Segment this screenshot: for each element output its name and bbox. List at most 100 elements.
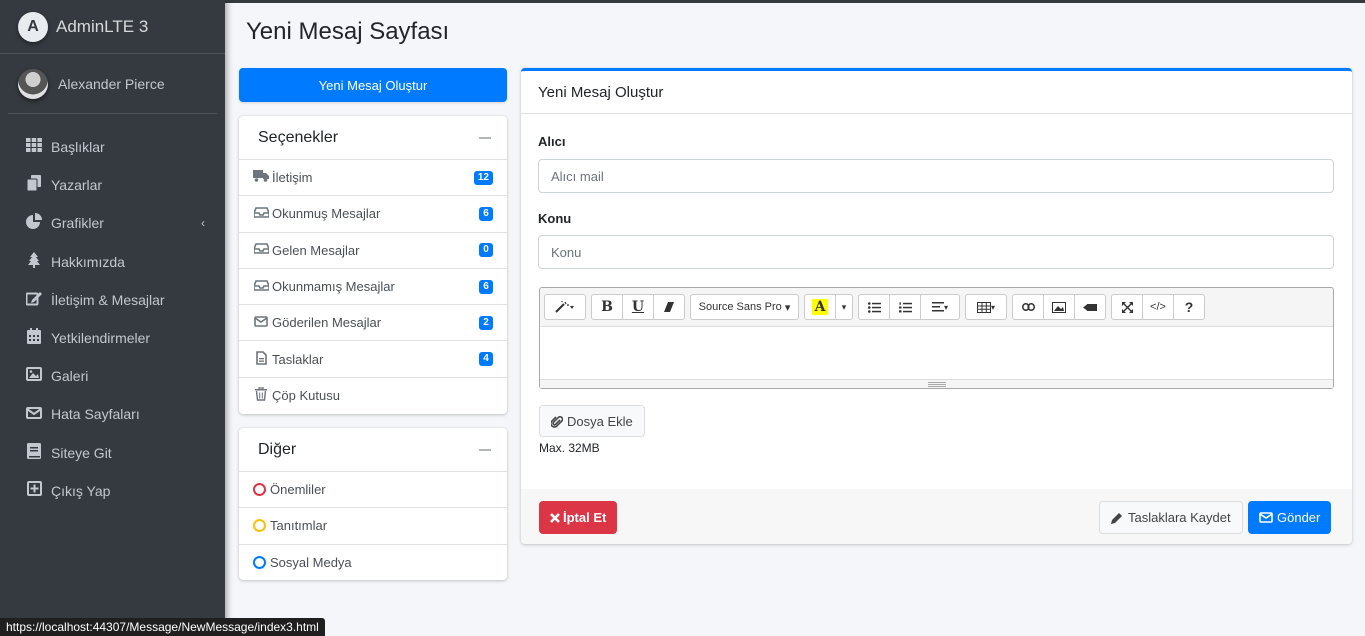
- envelope-icon: [1259, 512, 1273, 523]
- circle-red-icon: [253, 483, 266, 497]
- sidebar-item-iletisim-mesajlar[interactable]: İletişim & Mesajlar: [0, 281, 225, 319]
- compose-card: Yeni Mesaj Oluştur Alıcı Alıcı mail Konu…: [521, 68, 1352, 544]
- cancel-button[interactable]: İptal Et: [539, 501, 618, 534]
- status-url-tooltip: https://localhost:44307/Message/NewMessa…: [0, 618, 325, 636]
- main-sidebar: A AdminLTE 3 Alexander Pierce Başlıklar …: [0, 0, 225, 636]
- underline-button[interactable]: U: [622, 294, 654, 320]
- subject-label: Konu: [538, 211, 572, 226]
- label-item-sosyal-medya[interactable]: Sosyal Medya: [239, 545, 507, 581]
- sidebar-item-label: Siteye Git: [51, 444, 112, 461]
- editor-toolbar: B U Source Sans Pro ▾ A ▾ ▾ ▾ </> ?: [540, 288, 1333, 327]
- text-color-button[interactable]: A: [804, 294, 836, 320]
- resize-grip-icon: [927, 381, 946, 387]
- chevron-left-icon[interactable]: ‹: [201, 216, 205, 230]
- link-button[interactable]: [1012, 294, 1044, 320]
- ordered-list-button[interactable]: [889, 294, 921, 320]
- trash-icon: [253, 386, 269, 404]
- folder-item-taslaklar[interactable]: Taslaklar 4: [239, 341, 507, 378]
- label-item-onemliler[interactable]: Önemliler: [239, 472, 507, 509]
- folder-label: Taslaklar: [272, 351, 324, 367]
- folder-label: Okunmamış Mesajlar: [272, 279, 395, 295]
- editor-resize-handle[interactable]: [540, 379, 1333, 388]
- to-input[interactable]: Alıcı mail: [538, 159, 1334, 193]
- sidebar-item-label: Hata Sayfaları: [51, 406, 140, 423]
- sidebar-item-cikis-yap[interactable]: Çıkış Yap: [0, 472, 225, 510]
- attach-size-help: Max. 32MB: [539, 441, 600, 455]
- chart-pie-icon: [25, 213, 43, 233]
- shipping-icon: [253, 170, 269, 185]
- expand-icon: [1121, 301, 1133, 313]
- picture-button[interactable]: [1043, 294, 1075, 320]
- label-text: Önemliler: [270, 482, 326, 498]
- sidebar-item-siteye-git[interactable]: Siteye Git: [0, 434, 225, 472]
- font-family-dropdown[interactable]: Source Sans Pro ▾: [690, 294, 799, 320]
- calendar-icon: [25, 328, 43, 348]
- pencil-icon: [1111, 512, 1122, 524]
- collapse-minus-icon[interactable]: [479, 137, 491, 139]
- sidebar-item-hata-sayfalari[interactable]: Hata Sayfaları: [0, 395, 225, 433]
- sidebar-item-label: Yazarlar: [51, 177, 103, 194]
- folder-count-badge: 2: [479, 315, 493, 330]
- inbox-icon: [252, 207, 270, 221]
- attach-file-button[interactable]: Dosya Ekle: [539, 405, 645, 437]
- inbox-icon: [252, 243, 270, 257]
- folder-item-goderilen[interactable]: Göderilen Mesajlar 2: [239, 305, 507, 342]
- sidebar-item-yazarlar[interactable]: Yazarlar: [0, 166, 225, 204]
- bold-button[interactable]: B: [591, 294, 623, 320]
- eraser-button[interactable]: [653, 294, 685, 320]
- folder-item-gelen[interactable]: Gelen Mesajlar 0: [239, 233, 507, 269]
- sidebar-item-hakkimizda[interactable]: Hakkımızda: [0, 243, 225, 281]
- folders-card-header: Seçenekler: [239, 116, 507, 160]
- video-button[interactable]: [1074, 294, 1106, 320]
- sidebar-item-grafikler[interactable]: Grafikler ‹: [0, 204, 225, 242]
- align-left-icon: [931, 302, 944, 312]
- tree-icon: [25, 251, 43, 272]
- fullscreen-button[interactable]: [1111, 294, 1143, 320]
- inbox-icon: [252, 279, 270, 294]
- magic-style-button[interactable]: [544, 294, 586, 320]
- color-dropdown-toggle[interactable]: ▾: [835, 294, 853, 320]
- label-item-tanitimlar[interactable]: Tanıtımlar: [239, 508, 507, 545]
- to-label: Alıcı: [538, 134, 566, 149]
- labels-card: Diğer Önemliler Tanıtımlar Sosyal Medya: [239, 428, 507, 580]
- compose-card-title: Yeni Mesaj Oluştur: [521, 71, 1352, 114]
- folder-label: Çöp Kutusu: [272, 388, 340, 404]
- send-button[interactable]: Gönder: [1248, 501, 1332, 534]
- folder-item-okunmus[interactable]: Okunmuş Mesajlar 6: [239, 196, 507, 233]
- folder-label: Okunmuş Mesajlar: [272, 206, 381, 222]
- user-panel[interactable]: Alexander Pierce: [8, 54, 217, 114]
- label-text: Tanıtımlar: [270, 518, 328, 534]
- codeview-button[interactable]: </>: [1142, 294, 1174, 320]
- compose-new-button[interactable]: Yeni Mesaj Oluştur: [239, 68, 507, 102]
- sidebar-item-label: Grafikler: [51, 215, 104, 232]
- user-name[interactable]: Alexander Pierce: [58, 76, 165, 92]
- paragraph-align-dropdown[interactable]: ▾: [920, 294, 960, 320]
- editor-body[interactable]: [540, 327, 1333, 379]
- times-icon: [550, 512, 560, 523]
- folder-count-badge: 6: [479, 279, 493, 294]
- sidebar-item-yetkilendirmeler[interactable]: Yetkilendirmeler: [0, 319, 225, 357]
- eraser-icon: [664, 302, 674, 312]
- brand-link[interactable]: A AdminLTE 3: [0, 0, 225, 54]
- folder-label: İletişim: [272, 170, 313, 186]
- save-draft-button[interactable]: Taslaklara Kaydet: [1099, 501, 1243, 534]
- picture-icon: [1052, 301, 1066, 313]
- sidebar-item-galeri[interactable]: Galeri: [0, 357, 225, 395]
- folder-count-badge: 0: [479, 243, 493, 258]
- subject-input[interactable]: Konu: [538, 235, 1334, 269]
- paperclip-icon: [551, 415, 563, 428]
- folder-count-badge: 4: [479, 352, 493, 367]
- table-dropdown[interactable]: ▾: [965, 294, 1007, 320]
- file-icon: [253, 350, 269, 368]
- folder-count-badge: 6: [479, 206, 493, 221]
- folder-item-iletisim[interactable]: İletişim 12: [239, 160, 507, 197]
- folder-item-cop-kutusu[interactable]: Çöp Kutusu: [239, 378, 507, 414]
- sidebar-item-basliklar[interactable]: Başlıklar: [0, 128, 225, 166]
- user-avatar: [18, 68, 48, 99]
- collapse-minus-icon[interactable]: [479, 449, 491, 451]
- folder-item-okunmamis[interactable]: Okunmamış Mesajlar 6: [239, 269, 507, 306]
- th-icon: [25, 138, 43, 156]
- labels-card-header: Diğer: [239, 428, 507, 472]
- unordered-list-button[interactable]: [858, 294, 890, 320]
- help-button[interactable]: ?: [1173, 294, 1205, 320]
